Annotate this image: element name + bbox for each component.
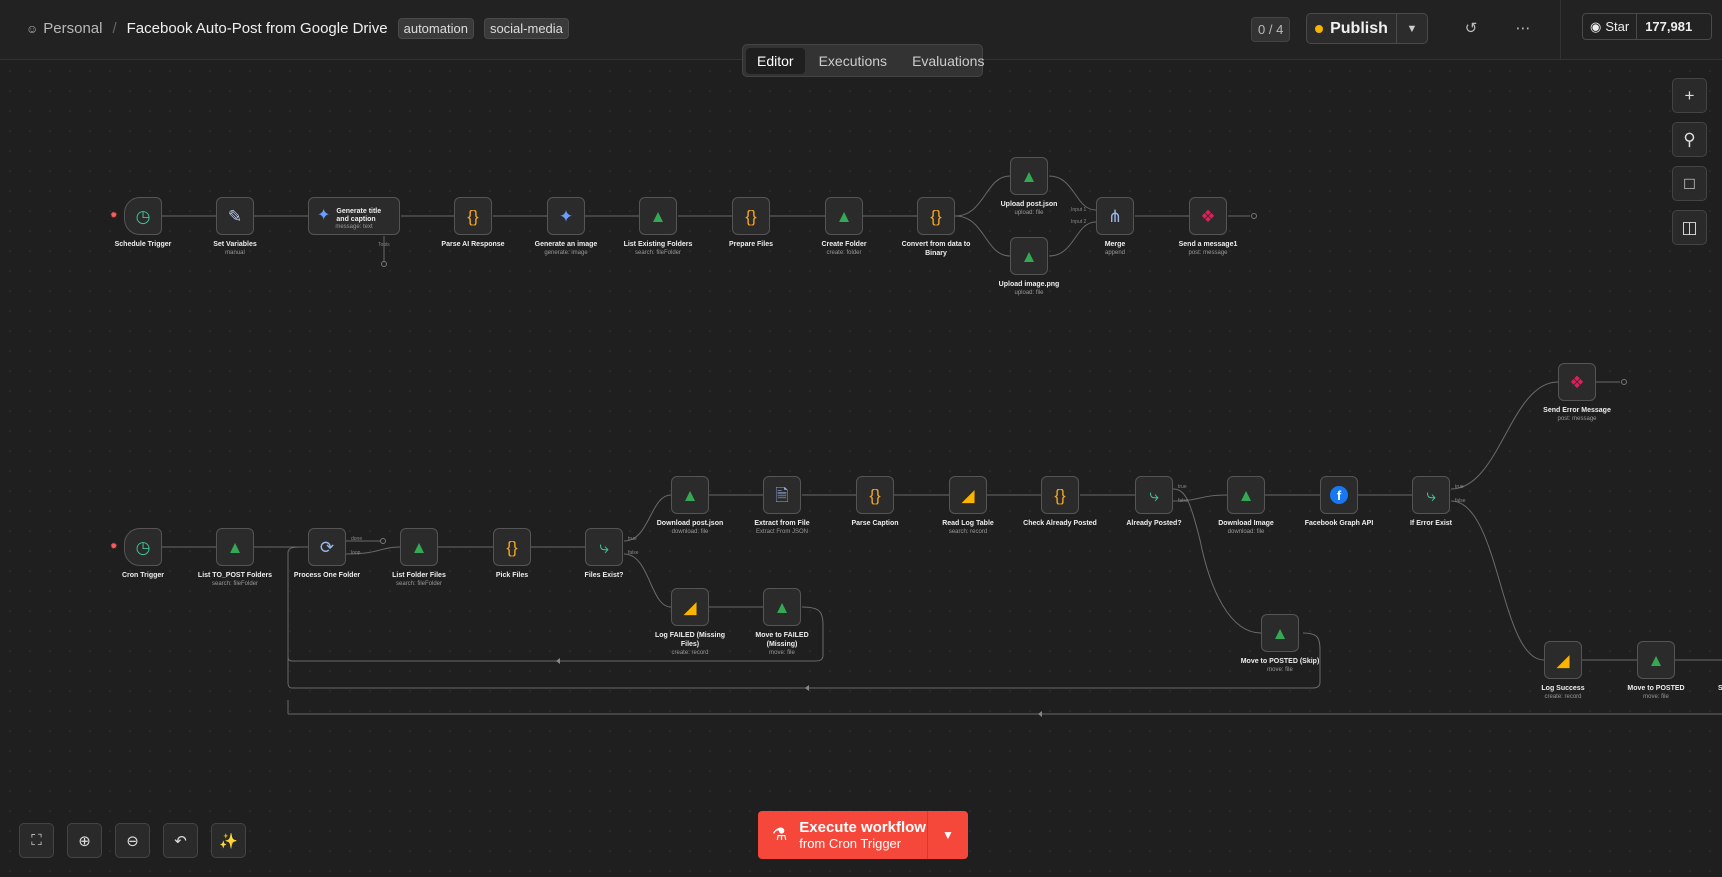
- tab-evaluations[interactable]: Evaluations: [901, 48, 995, 74]
- google-drive-icon: ▲: [773, 597, 791, 617]
- zoom-out-icon[interactable]: ⊖: [115, 823, 150, 858]
- airtable-icon: ◢: [683, 597, 697, 617]
- code-braces-icon: {}: [745, 206, 757, 226]
- google-drive-icon: ▲: [1647, 650, 1665, 670]
- chevron-down-icon: ▼: [942, 828, 954, 842]
- slack-icon: ❖: [1569, 372, 1585, 392]
- slack-icon: ❖: [1200, 206, 1216, 226]
- add-node-icon[interactable]: +: [1672, 78, 1707, 113]
- tab-editor[interactable]: Editor: [746, 47, 805, 74]
- airtable-icon: ◢: [961, 485, 975, 505]
- execute-workflow-group: ⚗ Execute workflow from Cron Trigger ▼: [758, 811, 968, 859]
- clock-icon: ◷: [135, 537, 151, 557]
- google-drive-icon: ▲: [1237, 485, 1255, 505]
- gemini-icon: ✦: [558, 206, 574, 226]
- google-drive-icon: ▲: [1020, 246, 1038, 266]
- google-drive-icon: ▲: [226, 537, 244, 557]
- loop-icon: ⟳: [319, 537, 335, 557]
- pencil-icon: ✎: [227, 206, 243, 226]
- clock-icon: ◷: [135, 206, 151, 226]
- tab-executions[interactable]: Executions: [808, 48, 898, 74]
- zoom-in-icon[interactable]: ⊕: [67, 823, 102, 858]
- sticky-note-icon[interactable]: □: [1672, 166, 1707, 201]
- view-tabs: Editor Executions Evaluations: [742, 44, 984, 77]
- gemini-icon: ✦: [317, 207, 331, 224]
- if-branch-icon: ⤷: [599, 537, 609, 557]
- tidy-up-icon[interactable]: ✨: [211, 823, 246, 858]
- execute-workflow-button[interactable]: ⚗ Execute workflow from Cron Trigger: [758, 811, 928, 859]
- code-braces-icon: {}: [930, 206, 942, 226]
- trigger-bolt-icon: ✹: [110, 210, 118, 220]
- if-branch-icon: ⤷: [1426, 485, 1436, 505]
- airtable-icon: ◢: [1556, 650, 1570, 670]
- google-drive-icon: ▲: [835, 206, 853, 226]
- extract-file-icon: 🗎: [775, 485, 789, 505]
- fit-view-icon[interactable]: ⛶: [19, 823, 54, 858]
- code-braces-icon: {}: [506, 537, 518, 557]
- google-drive-icon: ▲: [681, 485, 699, 505]
- trigger-bolt-icon: ✹: [110, 541, 118, 551]
- code-braces-icon: {}: [467, 206, 479, 226]
- flask-icon: ⚗: [772, 825, 788, 844]
- google-drive-icon: ▲: [649, 206, 667, 226]
- connections-layer: [162, 175, 1722, 717]
- merge-icon: ⋔: [1107, 206, 1123, 226]
- google-drive-icon: ▲: [410, 537, 428, 557]
- if-branch-icon: ⤷: [1149, 485, 1159, 505]
- google-drive-icon: ▲: [1020, 166, 1038, 186]
- code-braces-icon: {}: [1054, 485, 1066, 505]
- node-send-cut-label: Se: [1718, 685, 1722, 692]
- panel-toggle-icon[interactable]: ◫: [1672, 210, 1707, 245]
- execute-dropdown-button[interactable]: ▼: [928, 811, 968, 859]
- facebook-icon: f: [1330, 486, 1348, 504]
- google-drive-icon: ▲: [1271, 623, 1289, 643]
- undo-icon[interactable]: ↶: [163, 823, 198, 858]
- code-braces-icon: {}: [869, 485, 881, 505]
- search-icon[interactable]: ⚲: [1672, 122, 1707, 157]
